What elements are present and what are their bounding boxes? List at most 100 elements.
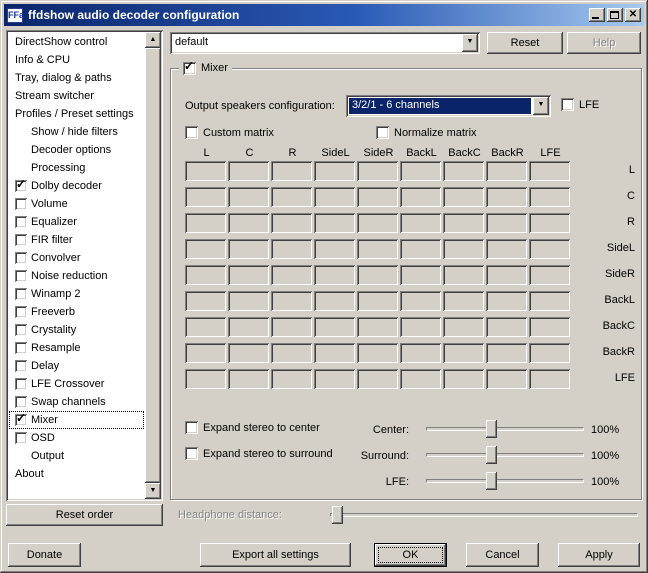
sidebar-item-noise-reduction[interactable]: Noise reduction — [9, 267, 144, 285]
matrix-cell-backl-lfe[interactable] — [529, 291, 570, 311]
sidebar-item-checkbox-fir-filter[interactable] — [15, 234, 27, 246]
matrix-cell-backl-r[interactable] — [271, 291, 312, 311]
sidebar-item-lfe-crossover[interactable]: LFE Crossover — [9, 375, 144, 393]
matrix-cell-backl-l[interactable] — [185, 291, 226, 311]
headphone-slider-thumb[interactable] — [332, 506, 343, 524]
matrix-cell-r-r[interactable] — [271, 213, 312, 233]
sidebar-item-osd[interactable]: OSD — [9, 429, 144, 447]
matrix-cell-r-backc[interactable] — [443, 213, 484, 233]
surround-slider[interactable] — [426, 445, 584, 465]
matrix-cell-backr-sidel[interactable] — [314, 343, 355, 363]
ok-button[interactable]: OK — [374, 543, 447, 567]
matrix-cell-c-sider[interactable] — [357, 187, 398, 207]
matrix-cell-backl-backr[interactable] — [486, 291, 527, 311]
sidebar-item-info-cpu[interactable]: Info & CPU — [9, 51, 144, 69]
sidebar-item-delay[interactable]: Delay — [9, 357, 144, 375]
matrix-cell-r-backl[interactable] — [400, 213, 441, 233]
matrix-cell-sider-backl[interactable] — [400, 265, 441, 285]
sidebar-item-checkbox-delay[interactable] — [15, 360, 27, 372]
close-button[interactable]: ✕ — [625, 8, 641, 22]
sidebar-item-mixer[interactable]: Mixer — [9, 411, 144, 429]
matrix-cell-l-backr[interactable] — [486, 161, 527, 181]
matrix-cell-lfe-r[interactable] — [271, 369, 312, 389]
matrix-cell-sider-sidel[interactable] — [314, 265, 355, 285]
matrix-cell-backr-sider[interactable] — [357, 343, 398, 363]
matrix-cell-c-l[interactable] — [185, 187, 226, 207]
sidebar-item-processing[interactable]: Processing — [9, 159, 144, 177]
matrix-cell-l-r[interactable] — [271, 161, 312, 181]
sidebar-item-winamp-2[interactable]: Winamp 2 — [9, 285, 144, 303]
matrix-cell-c-lfe[interactable] — [529, 187, 570, 207]
sidebar-item-volume[interactable]: Volume — [9, 195, 144, 213]
sidebar-item-about[interactable]: About — [9, 465, 144, 483]
sidebar-item-checkbox-mixer[interactable] — [15, 411, 27, 426]
center-slider[interactable] — [426, 419, 584, 439]
matrix-cell-sider-c[interactable] — [228, 265, 269, 285]
matrix-cell-backl-sidel[interactable] — [314, 291, 355, 311]
matrix-cell-r-lfe[interactable] — [529, 213, 570, 233]
matrix-cell-backr-backr[interactable] — [486, 343, 527, 363]
matrix-cell-backc-sidel[interactable] — [314, 317, 355, 337]
minimize-button[interactable] — [589, 8, 605, 22]
custom-matrix-checkbox[interactable] — [185, 126, 198, 139]
sidebar-item-checkbox-lfe-crossover[interactable] — [15, 378, 27, 390]
cancel-button[interactable]: Cancel — [466, 543, 539, 567]
sidebar-item-decoder-options[interactable]: Decoder options — [9, 141, 144, 159]
sidebar-item-checkbox-winamp-2[interactable] — [15, 288, 27, 300]
matrix-cell-c-backc[interactable] — [443, 187, 484, 207]
sidebar-item-checkbox-volume[interactable] — [15, 198, 27, 210]
sidebar-item-equalizer[interactable]: Equalizer — [9, 213, 144, 231]
matrix-cell-backl-c[interactable] — [228, 291, 269, 311]
expand-stereo-center-checkbox[interactable] — [185, 421, 198, 434]
matrix-cell-backc-r[interactable] — [271, 317, 312, 337]
matrix-cell-l-sidel[interactable] — [314, 161, 355, 181]
help-button[interactable]: Help — [567, 32, 641, 54]
headphone-distance-slider[interactable] — [330, 505, 638, 525]
matrix-cell-sider-sider[interactable] — [357, 265, 398, 285]
matrix-cell-l-sider[interactable] — [357, 161, 398, 181]
titlebar[interactable]: FFa ffdshow audio decoder configuration … — [4, 4, 644, 26]
sidebar-item-directshow-control[interactable]: DirectShow control — [9, 33, 144, 51]
matrix-cell-backr-backc[interactable] — [443, 343, 484, 363]
sidebar-item-checkbox-resample[interactable] — [15, 342, 27, 354]
sidebar-item-checkbox-equalizer[interactable] — [15, 216, 27, 228]
sidebar-item-checkbox-noise-reduction[interactable] — [15, 270, 27, 282]
matrix-cell-backr-backl[interactable] — [400, 343, 441, 363]
matrix-cell-l-backc[interactable] — [443, 161, 484, 181]
scroll-down-button[interactable] — [145, 483, 161, 499]
output-speakers-arrow-icon[interactable] — [533, 97, 549, 115]
matrix-cell-backl-backc[interactable] — [443, 291, 484, 311]
matrix-cell-backc-lfe[interactable] — [529, 317, 570, 337]
donate-button[interactable]: Donate — [8, 543, 81, 567]
sidebar-item-dolby-decoder[interactable]: Dolby decoder — [9, 177, 144, 195]
matrix-cell-r-c[interactable] — [228, 213, 269, 233]
lfe-slider-thumb[interactable] — [486, 472, 498, 490]
reset-button[interactable]: Reset — [487, 32, 563, 54]
matrix-cell-backc-sider[interactable] — [357, 317, 398, 337]
matrix-cell-l-c[interactable] — [228, 161, 269, 181]
matrix-cell-sidel-c[interactable] — [228, 239, 269, 259]
expand-stereo-surround-checkbox[interactable] — [185, 447, 198, 460]
sidebar-item-output[interactable]: Output — [9, 447, 144, 465]
matrix-cell-backc-backc[interactable] — [443, 317, 484, 337]
matrix-cell-sidel-sidel[interactable] — [314, 239, 355, 259]
matrix-cell-c-r[interactable] — [271, 187, 312, 207]
sidebar-item-checkbox-osd[interactable] — [15, 432, 27, 444]
preset-dropdown[interactable]: default — [170, 32, 480, 54]
reset-order-button[interactable]: Reset order — [6, 504, 163, 526]
matrix-cell-backr-c[interactable] — [228, 343, 269, 363]
matrix-cell-sidel-backr[interactable] — [486, 239, 527, 259]
matrix-cell-lfe-c[interactable] — [228, 369, 269, 389]
matrix-cell-r-backr[interactable] — [486, 213, 527, 233]
matrix-cell-lfe-l[interactable] — [185, 369, 226, 389]
matrix-cell-sider-lfe[interactable] — [529, 265, 570, 285]
matrix-cell-backc-l[interactable] — [185, 317, 226, 337]
matrix-cell-sidel-l[interactable] — [185, 239, 226, 259]
sidebar-item-checkbox-crystality[interactable] — [15, 324, 27, 336]
matrix-cell-backr-r[interactable] — [271, 343, 312, 363]
matrix-cell-sidel-sider[interactable] — [357, 239, 398, 259]
sidebar-item-checkbox-convolver[interactable] — [15, 252, 27, 264]
matrix-cell-r-sider[interactable] — [357, 213, 398, 233]
sidebar-item-show-hide-filters[interactable]: Show / hide filters — [9, 123, 144, 141]
apply-button[interactable]: Apply — [558, 543, 640, 567]
